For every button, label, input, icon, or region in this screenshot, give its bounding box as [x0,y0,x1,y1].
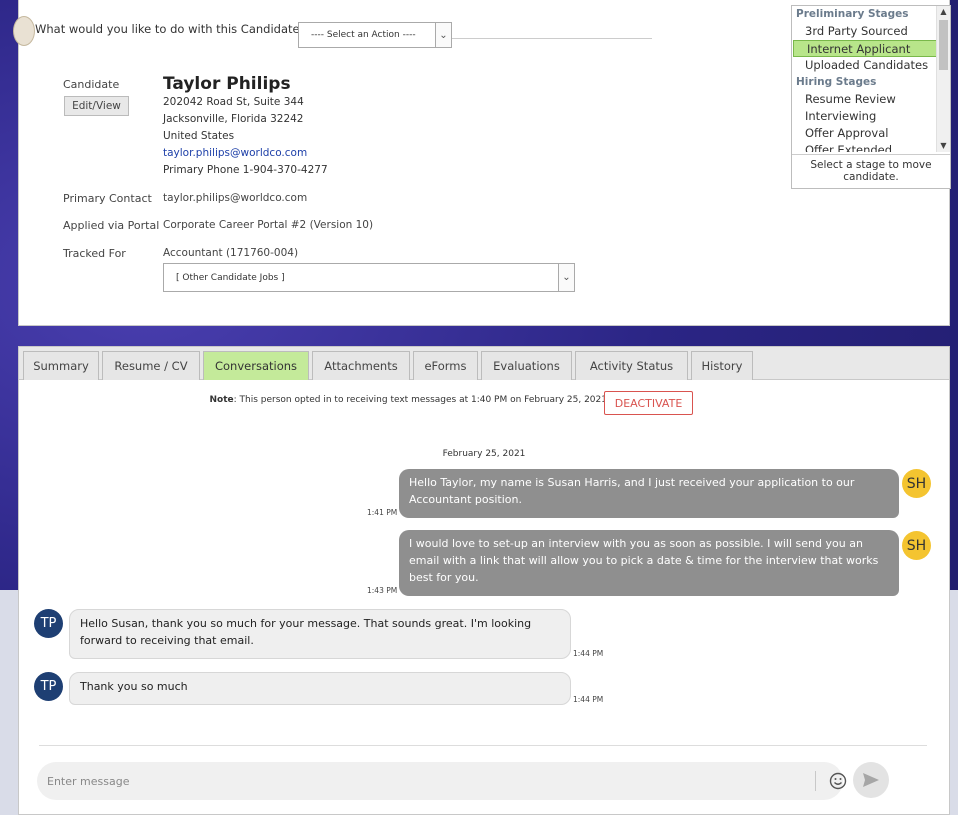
tab-resume-cv[interactable]: Resume / CV [102,351,200,380]
message-time: 1:41 PM [367,508,398,517]
message-bubble-outgoing: I would love to set-up an interview with… [399,530,899,596]
address-line1: 202042 Road St, Suite 344 [163,96,304,108]
candidate-name: Taylor Philips [163,74,291,94]
action-question: What would you like to do with this Cand… [35,22,306,36]
candidate-phone: Primary Phone 1-904-370-4277 [163,164,328,176]
conversation-panel: Summary Resume / CV Conversations Attach… [18,346,950,815]
divider [815,771,816,791]
opt-in-note: Note: This person opted in to receiving … [19,395,607,405]
chevron-down-icon[interactable]: ⌄ [558,264,574,291]
tab-history[interactable]: History [691,351,753,380]
stage-group-heading: Preliminary Stages [796,8,909,20]
address-line2: Jacksonville, Florida 32242 [163,113,304,125]
tracked-for-link[interactable]: Accountant (171760-004) [163,247,298,259]
smiley-icon[interactable] [829,772,847,790]
candidate-avatar [13,16,35,46]
other-jobs-select-value: [ Other Candidate Jobs ] [176,272,285,283]
tab-summary[interactable]: Summary [23,351,99,380]
stage-item[interactable]: Resume Review [792,91,938,108]
stage-item[interactable]: Offer Extended [792,142,938,152]
tab-evaluations[interactable]: Evaluations [481,351,572,380]
message-input-placeholder: Enter message [47,774,130,788]
applied-via-value: Corporate Career Portal #2 (Version 10) [163,219,374,231]
stage-scrollbar[interactable]: ▲ ▼ [936,6,950,152]
sender-avatar: SH [902,531,931,560]
message-time: 1:44 PM [573,695,604,704]
stage-list[interactable]: Preliminary Stages 3rd Party Sourced Int… [792,6,938,152]
send-button[interactable] [853,762,889,798]
message-time: 1:43 PM [367,586,398,595]
message-bubble-incoming: Thank you so much [69,672,571,705]
message-bubble-incoming: Hello Susan, thank you so much for your … [69,609,571,659]
stage-item-selected[interactable]: Internet Applicant [793,40,938,57]
scrollbar-thumb[interactable] [939,20,948,70]
divider [452,38,652,39]
applied-via-label: Applied via Portal [63,219,160,232]
stage-group-heading: Hiring Stages [796,76,877,88]
send-arrow-icon [863,773,879,787]
other-jobs-select[interactable]: [ Other Candidate Jobs ] ⌄ [163,263,575,292]
tab-activity-status[interactable]: Activity Status [575,351,688,380]
stage-selector[interactable]: Preliminary Stages 3rd Party Sourced Int… [791,5,951,189]
scroll-up-icon[interactable]: ▲ [937,6,950,18]
stage-item[interactable]: Offer Approval [792,125,938,142]
primary-contact-label: Primary Contact [63,192,152,205]
tab-attachments[interactable]: Attachments [312,351,410,380]
deactivate-button[interactable]: DEACTIVATE [604,391,693,415]
candidate-avatar: TP [34,609,63,638]
candidate-email-link[interactable]: taylor.philips@worldco.com [163,147,307,159]
stage-item[interactable]: 3rd Party Sourced [792,23,938,40]
action-select-value: ---- Select an Action ---- [311,30,416,40]
date-separator: February 25, 2021 [442,449,526,459]
tab-conversations[interactable]: Conversations [203,351,309,380]
note-text: : This person opted in to receiving text… [233,395,607,405]
note-prefix: Note [209,395,234,405]
edit-view-button[interactable]: Edit/View [64,96,129,116]
scroll-down-icon[interactable]: ▼ [937,140,950,152]
candidate-avatar: TP [34,672,63,701]
tracked-for-label: Tracked For [63,247,126,260]
tab-bar: Summary Resume / CV Conversations Attach… [19,347,949,380]
candidate-label: Candidate [63,78,120,91]
sender-avatar: SH [902,469,931,498]
message-bubble-outgoing: Hello Taylor, my name is Susan Harris, a… [399,469,899,518]
stage-item[interactable]: Interviewing [792,108,938,125]
address-country: United States [163,130,235,142]
stage-hint: Select a stage to move candidate. [792,154,950,183]
message-input[interactable]: Enter message [37,762,847,800]
divider [39,745,927,746]
tab-eforms[interactable]: eForms [413,351,478,380]
action-select[interactable]: ---- Select an Action ---- ⌄ [298,22,452,48]
chevron-down-icon[interactable]: ⌄ [435,23,451,47]
stage-item[interactable]: Uploaded Candidates [792,57,938,74]
primary-contact-value: taylor.philips@worldco.com [163,192,308,204]
message-time: 1:44 PM [573,649,604,658]
